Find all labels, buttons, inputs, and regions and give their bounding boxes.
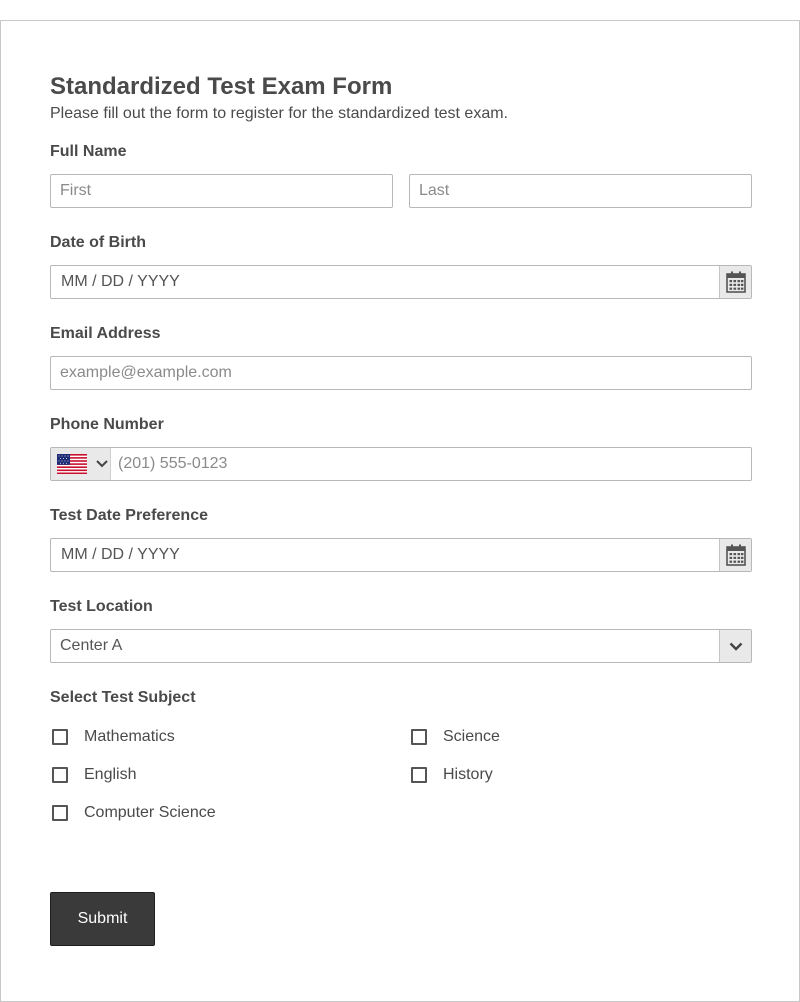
- form-subtitle: Please fill out the form to register for…: [50, 105, 508, 122]
- subject-option-mathematics[interactable]: Mathematics: [50, 728, 175, 746]
- checkbox[interactable]: [411, 729, 427, 745]
- location-selected-value: Center A: [60, 637, 123, 654]
- location-dropdown-button[interactable]: [719, 630, 751, 662]
- checkbox[interactable]: [52, 729, 68, 745]
- chevron-down-icon: [729, 642, 742, 651]
- us-flag-icon: [57, 454, 87, 474]
- first-name-placeholder: First: [60, 182, 92, 199]
- subject-option-english[interactable]: English: [50, 766, 136, 784]
- chevron-down-icon: [96, 460, 108, 468]
- location-select[interactable]: Center A: [50, 629, 752, 663]
- test-date-calendar-button[interactable]: [719, 539, 751, 571]
- subject-label: Computer Science: [84, 804, 216, 821]
- phone-label: Phone Number: [50, 416, 164, 433]
- test-date-input[interactable]: MM / DD / YYYY: [50, 538, 752, 572]
- subject-label: English: [84, 766, 137, 783]
- dob-label: Date of Birth: [50, 234, 146, 251]
- phone-input[interactable]: (201) 555-0123: [50, 447, 752, 481]
- location-label: Test Location: [50, 598, 153, 615]
- submit-button[interactable]: Submit: [50, 892, 155, 946]
- dob-input[interactable]: MM / DD / YYYY: [50, 265, 752, 299]
- subject-label: Mathematics: [84, 728, 175, 745]
- subject-option-history[interactable]: History: [409, 766, 493, 784]
- subjects-label: Select Test Subject: [50, 689, 196, 706]
- subject-option-computer-science[interactable]: Computer Science: [50, 804, 216, 822]
- checkbox[interactable]: [52, 767, 68, 783]
- form-card: Standardized Test Exam Form Please fill …: [0, 20, 800, 1002]
- form-title: Standardized Test Exam Form: [50, 73, 393, 100]
- checkbox[interactable]: [52, 805, 68, 821]
- email-placeholder: example@example.com: [60, 364, 232, 381]
- country-code-select[interactable]: [51, 448, 111, 480]
- full-name-label: Full Name: [50, 143, 127, 160]
- calendar-icon: [725, 544, 746, 566]
- dob-placeholder: MM / DD / YYYY: [61, 273, 180, 290]
- test-date-placeholder: MM / DD / YYYY: [61, 546, 180, 563]
- calendar-icon: [725, 271, 746, 293]
- subject-label: History: [443, 766, 493, 783]
- last-name-placeholder: Last: [419, 182, 450, 199]
- last-name-input[interactable]: Last: [409, 174, 752, 208]
- phone-placeholder: (201) 555-0123: [118, 455, 228, 472]
- email-label: Email Address: [50, 325, 161, 342]
- subject-option-science[interactable]: Science: [409, 728, 500, 746]
- first-name-input[interactable]: First: [50, 174, 393, 208]
- subject-label: Science: [443, 728, 500, 745]
- test-date-label: Test Date Preference: [50, 507, 208, 524]
- checkbox[interactable]: [411, 767, 427, 783]
- email-input[interactable]: example@example.com: [50, 356, 752, 390]
- dob-calendar-button[interactable]: [719, 266, 751, 298]
